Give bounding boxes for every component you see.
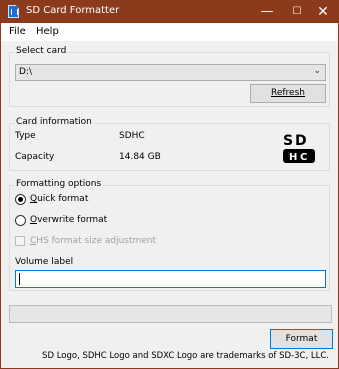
close-icon[interactable]: ✕ [308,1,338,23]
menu-help[interactable]: Help [36,26,59,37]
type-label: Type [15,131,36,141]
quick-format-label: Quick format [30,194,89,204]
svg-text:S: S [283,133,293,149]
volume-label-input[interactable] [15,270,326,288]
card-information-label: Card information [14,117,94,127]
trademark-notice: SD Logo, SDHC Logo and SDXC Logo are tra… [42,351,329,361]
drive-select-value: D:\ [19,67,32,77]
svg-text:C: C [300,152,307,163]
select-card-label: Select card [14,46,69,56]
app-window: SD Card Formatter — ☐ ✕ File Help Select… [0,0,339,369]
window-title: SD Card Formatter [26,5,120,16]
menu-file[interactable]: File [9,26,26,37]
sdhc-logo-icon: S D H C [283,133,315,163]
type-value: SDHC [119,131,145,141]
quick-format-radio[interactable] [15,194,26,205]
minimize-icon[interactable]: — [252,1,282,23]
refresh-button-label: Refresh [271,88,305,98]
format-button-label: Format [285,334,318,344]
overwrite-format-label: Overwrite format [30,215,108,225]
svg-text:H: H [289,152,297,163]
formatting-options-label: Formatting options [14,179,104,189]
text-caret [19,273,20,285]
svg-text:D: D [295,133,307,149]
menu-bar: File Help [1,23,338,41]
format-progress-bar [9,305,332,323]
volume-label-title: Volume label [15,257,74,267]
overwrite-format-radio[interactable] [15,215,26,226]
chs-adjustment-label: CHS format size adjustment [30,236,157,246]
sd-card-app-icon [8,5,19,18]
title-bar[interactable]: SD Card Formatter — ☐ ✕ [1,1,338,23]
format-button[interactable]: Format [270,329,333,349]
chevron-down-icon[interactable]: ⌄ [313,66,321,76]
refresh-button[interactable]: Refresh [250,84,326,103]
capacity-label: Capacity [15,152,55,162]
chs-adjustment-checkbox [15,236,25,246]
capacity-value: 14.84 GB [119,152,161,162]
drive-select[interactable]: D:\ ⌄ [15,64,326,81]
